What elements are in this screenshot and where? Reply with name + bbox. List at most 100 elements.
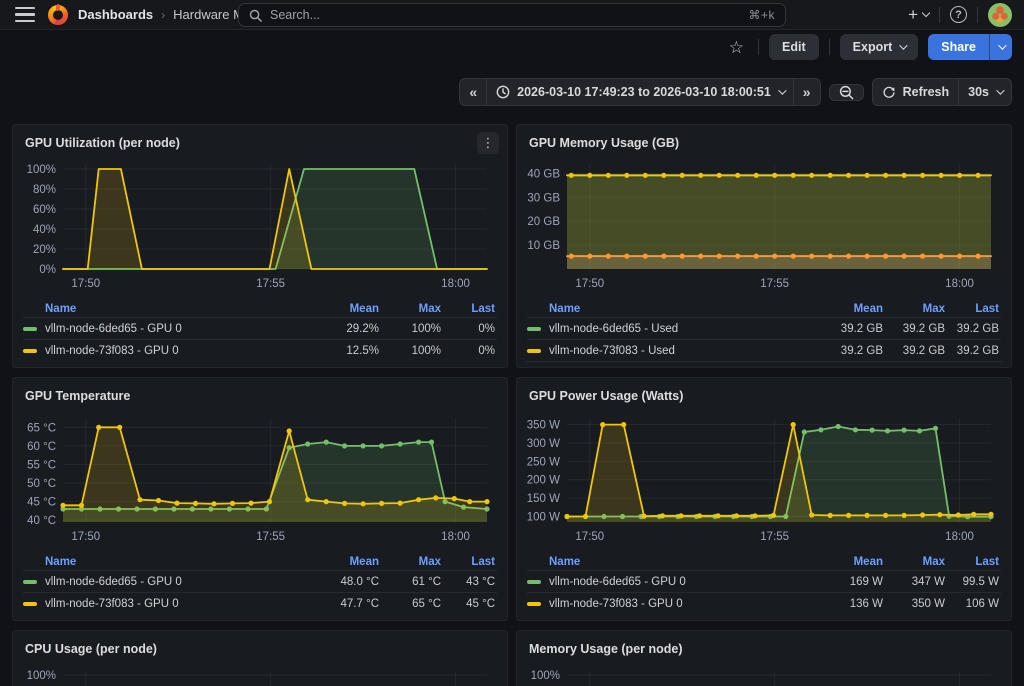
panel-grid: GPU Utilization (per node) 17:5017:5518:… (12, 124, 1012, 686)
share-dropdown-button[interactable] (989, 34, 1012, 60)
legend-header: Name Mean Max Last (527, 554, 1001, 570)
refresh-interval-label: 30s (968, 85, 989, 99)
panel-gpu-temperature: GPU Temperature 17:5017:5518:0040 °C45 °… (12, 377, 508, 621)
panel-header[interactable]: GPU Temperature (21, 384, 499, 408)
chevron-down-icon (778, 86, 786, 94)
y-tick-label: 150 W (527, 493, 560, 505)
series-swatch-green (23, 327, 37, 331)
legend-row[interactable]: vllm-node-73f083 - GPU 0 136 W350 W106 W (527, 592, 1001, 614)
panel-header[interactable]: Memory Usage (per node) (525, 637, 1003, 661)
series-mean-value: 48.0 °C (311, 576, 379, 588)
y-tick-label: 30 GB (527, 192, 560, 204)
y-tick-label: 20 GB (527, 216, 560, 228)
edit-button[interactable]: Edit (769, 34, 819, 60)
divider (939, 7, 940, 23)
zoom-out-button[interactable] (829, 84, 864, 101)
y-tick-label: 200 W (527, 475, 560, 487)
panel-title: CPU Usage (per node) (25, 642, 157, 656)
legend-header: Name Mean Max Last (23, 554, 497, 570)
panel-gpu-utilization: GPU Utilization (per node) 17:5017:5518:… (12, 124, 508, 368)
chart-plot[interactable]: 17:5017:5518:00100% (525, 661, 1003, 686)
legend-row[interactable]: vllm-node-6ded65 - GPU 0169 W347 W99.5 W (527, 570, 1001, 592)
series-mean-value: 12.5% (311, 345, 379, 357)
series-max-value: 61 °C (379, 576, 441, 588)
series-max-value: 350 W (883, 598, 945, 610)
series-mean-value: 39.2 GB (815, 345, 883, 357)
panel-menu-icon[interactable]: ⋮ (477, 132, 499, 154)
breadcrumb-separator: › (161, 8, 165, 22)
y-tick-label: 80% (33, 184, 56, 196)
divider (977, 7, 978, 23)
series-max-value: 347 W (883, 576, 945, 588)
series-mean-value: 136 W (815, 598, 883, 610)
y-tick-label: 100% (27, 670, 56, 682)
legend: Name Mean Max Last vllm-node-6ded65 - GP… (21, 554, 499, 614)
x-tick-label: 17:55 (760, 531, 789, 543)
series-last-value: 106 W (945, 598, 1001, 610)
legend-header-last: Last (441, 303, 497, 315)
menu-toggle-icon[interactable] (12, 4, 38, 26)
legend: Name Mean Max Last vllm-node-6ded65 - Us… (525, 301, 1003, 368)
legend-header-mean: Mean (815, 303, 883, 315)
favorite-star-icon[interactable]: ☆ (725, 37, 748, 58)
series-name: vllm-node-6ded65 - Free (549, 367, 675, 369)
series-last-value: 39.2 GB (945, 345, 1001, 357)
grafana-logo[interactable] (48, 5, 68, 25)
chart-plot[interactable]: 17:5017:5518:000%20%40%60%80%100% (21, 155, 499, 301)
series-last-value: 5.36 GB (945, 367, 1001, 369)
legend-header-last: Last (945, 556, 1001, 568)
panel-header[interactable]: GPU Power Usage (Watts) (525, 384, 1003, 408)
legend-header: Name Mean Max Last (23, 301, 497, 317)
plus-icon: + (908, 5, 918, 25)
legend-header-max: Max (379, 556, 441, 568)
panel-header[interactable]: GPU Utilization (per node) (21, 131, 499, 155)
search-placeholder: Search... (270, 8, 740, 22)
series-last-value: 0% (441, 323, 497, 335)
legend-row[interactable]: vllm-node-6ded65 - Used39.2 GB39.2 GB39.… (527, 317, 1001, 339)
x-tick-label: 18:00 (441, 531, 470, 543)
series-name: vllm-node-6ded65 - GPU 0 (549, 576, 686, 588)
chevron-down-icon (899, 41, 907, 49)
user-avatar[interactable] (988, 3, 1012, 27)
help-icon[interactable]: ? (950, 6, 967, 23)
series-name: vllm-node-73f083 - GPU 0 (45, 345, 179, 357)
series-max-value: 39.2 GB (883, 323, 945, 335)
x-tick-label: 17:55 (256, 278, 285, 290)
chart-plot[interactable]: 17:5017:5518:00100% (21, 661, 499, 686)
legend-row[interactable]: vllm-node-73f083 - GPU 012.5%100%0% (23, 339, 497, 361)
series-max-value: 65 °C (379, 598, 441, 610)
top-nav-bar: Dashboards › Hardware Metrics - GPU Node… (0, 0, 1024, 30)
export-button[interactable]: Export (840, 34, 919, 60)
x-tick-label: 17:55 (256, 531, 285, 543)
refresh-interval-button[interactable]: 30s (959, 78, 1012, 106)
x-tick-label: 18:00 (945, 531, 974, 543)
add-new-button[interactable]: + (908, 5, 929, 25)
search-input[interactable]: Search... ⌘+k (238, 3, 786, 27)
panel-header[interactable]: CPU Usage (per node) (21, 637, 499, 661)
breadcrumb-dashboards[interactable]: Dashboards (78, 7, 153, 22)
series-swatch-yellow (23, 349, 37, 353)
series-name: vllm-node-73f083 - GPU 0 (549, 598, 683, 610)
y-tick-label: 350 W (527, 420, 560, 432)
chevron-down-icon (922, 9, 930, 17)
y-tick-label: 10 GB (527, 240, 560, 252)
chart-plot[interactable]: 17:5017:5518:0040 °C45 °C50 °C55 °C60 °C… (21, 408, 499, 554)
panel-header[interactable]: GPU Memory Usage (GB) (525, 131, 1003, 155)
time-shift-back-button[interactable]: « (459, 78, 487, 106)
series-swatch-green (527, 327, 541, 331)
legend-row[interactable]: vllm-node-73f083 - GPU 047.7 °C65 °C45 °… (23, 592, 497, 614)
time-range-picker-button[interactable]: 2026-03-10 17:49:23 to 2026-03-10 18:00:… (487, 78, 794, 106)
time-shift-forward-button[interactable]: » (794, 78, 821, 106)
refresh-button[interactable]: Refresh (872, 78, 960, 106)
series-swatch-green (23, 580, 37, 584)
legend-row[interactable]: vllm-node-6ded65 - Free5.36 GB5.36 GB5.3… (527, 361, 1001, 368)
chart-plot[interactable]: 17:5017:5518:00100 W150 W200 W250 W300 W… (525, 408, 1003, 554)
share-button[interactable]: Share (928, 34, 989, 60)
legend: Name Mean Max Last vllm-node-6ded65 - GP… (21, 301, 499, 361)
legend-row[interactable]: vllm-node-6ded65 - GPU 048.0 °C61 °C43 °… (23, 570, 497, 592)
x-tick-label: 18:00 (441, 278, 470, 290)
legend-header-last: Last (441, 556, 497, 568)
legend-row[interactable]: vllm-node-6ded65 - GPU 029.2%100%0% (23, 317, 497, 339)
legend-row[interactable]: vllm-node-73f083 - Used39.2 GB39.2 GB39.… (527, 339, 1001, 361)
chart-plot[interactable]: 17:5017:5518:0010 GB20 GB30 GB40 GB (525, 155, 1003, 301)
